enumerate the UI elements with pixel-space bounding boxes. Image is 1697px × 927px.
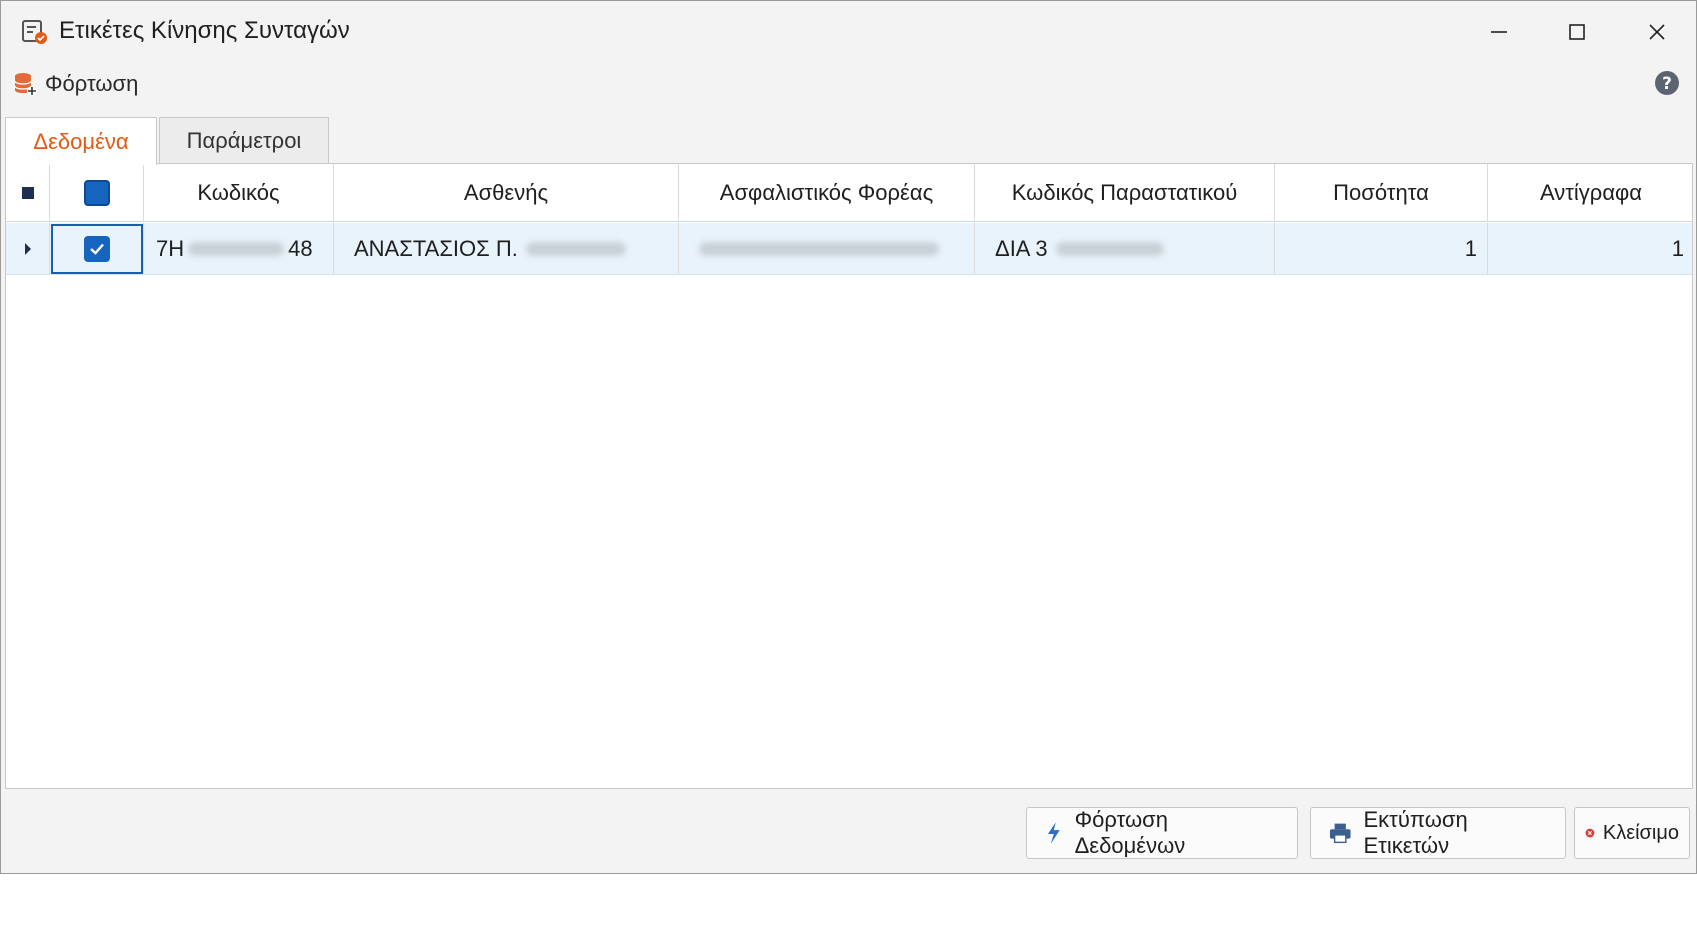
redacted-blur bbox=[1055, 242, 1164, 256]
load-data-button[interactable]: Φόρτωση Δεδομένων bbox=[1026, 807, 1298, 859]
column-header-patient[interactable]: Ασθενής bbox=[334, 164, 679, 222]
current-row-arrow-icon bbox=[24, 243, 31, 255]
maximize-button[interactable] bbox=[1549, 11, 1605, 53]
minimize-button[interactable] bbox=[1471, 11, 1527, 53]
select-all-checkbox[interactable] bbox=[83, 180, 110, 206]
code-start: 7H bbox=[156, 236, 185, 261]
cell-copies[interactable]: 1 bbox=[1488, 223, 1694, 275]
redacted-blur bbox=[525, 242, 626, 256]
table-row[interactable]: 7H 48 ΑΝΑΣΤΑΣΙΟΣ Π. ΔΙΑ 3 1 1 bbox=[6, 223, 1692, 275]
database-icon bbox=[14, 73, 37, 96]
row-indicator-header[interactable] bbox=[6, 164, 50, 222]
close-window-button[interactable] bbox=[1629, 11, 1685, 53]
cell-insurer[interactable] bbox=[679, 223, 975, 275]
document-code: ΔΙΑ 3 bbox=[995, 236, 1048, 261]
redacted-blur bbox=[699, 242, 939, 256]
print-labels-label: Εκτύπωση Ετικετών bbox=[1363, 807, 1468, 858]
svg-text:?: ? bbox=[1662, 74, 1672, 94]
load-data-label: Φόρτωση Δεδομένων bbox=[1074, 807, 1186, 858]
cell-code[interactable]: 7H 48 bbox=[144, 223, 334, 275]
close-circle-icon bbox=[1585, 828, 1595, 838]
menu-strip: Φόρτωση ? bbox=[1, 65, 1696, 103]
column-header-document-code[interactable]: Κωδικός Παραστατικού bbox=[975, 164, 1275, 222]
cell-patient[interactable]: ΑΝΑΣΤΑΣΙΟΣ Π. bbox=[334, 223, 679, 275]
app-icon bbox=[22, 20, 47, 44]
menu-load-button[interactable]: Φόρτωση bbox=[13, 69, 138, 99]
window-title: Ετικέτες Κίνησης Συνταγών bbox=[59, 17, 350, 44]
data-grid: Κωδικός Ασθενής Ασφαλιστικός Φορέας Κωδι… bbox=[5, 163, 1693, 789]
redacted-blur bbox=[188, 242, 285, 256]
grid-header: Κωδικός Ασθενής Ασφαλιστικός Φορέας Κωδι… bbox=[6, 164, 1692, 222]
print-labels-button[interactable]: Εκτύπωση Ετικετών bbox=[1310, 807, 1566, 859]
minimize-icon bbox=[1491, 31, 1507, 33]
select-all-marker-icon bbox=[21, 187, 34, 199]
select-all-checkbox-cell[interactable] bbox=[50, 164, 144, 222]
menu-load-label: Φόρτωση bbox=[45, 71, 139, 96]
row-indicator bbox=[6, 223, 50, 275]
main-window: Ετικέτες Κίνησης Συνταγών Φόρτωση ? Δεδο… bbox=[0, 0, 1697, 874]
title-bar: Ετικέτες Κίνησης Συνταγών bbox=[1, 1, 1696, 63]
cell-focus-outline bbox=[51, 224, 143, 274]
tab-data[interactable]: Δεδομένα bbox=[5, 117, 157, 165]
patient-name: ΑΝΑΣΤΑΣΙΟΣ Π. bbox=[354, 236, 518, 261]
tab-parameters[interactable]: Παράμετροι bbox=[159, 117, 329, 163]
printer-icon bbox=[1329, 823, 1351, 844]
close-label: Κλείσιμο bbox=[1602, 821, 1679, 844]
maximize-icon bbox=[1569, 24, 1585, 40]
cell-quantity[interactable]: 1 bbox=[1275, 223, 1488, 275]
help-icon[interactable]: ? bbox=[1653, 69, 1681, 97]
column-header-copies[interactable]: Αντίγραφα bbox=[1488, 164, 1694, 222]
lightning-icon bbox=[1047, 822, 1060, 844]
column-header-insurer[interactable]: Ασφαλιστικός Φορέας bbox=[679, 164, 975, 222]
close-icon bbox=[1649, 24, 1665, 40]
close-button[interactable]: Κλείσιμο bbox=[1574, 807, 1690, 859]
column-header-code[interactable]: Κωδικός bbox=[144, 164, 334, 222]
code-end: 48 bbox=[288, 236, 313, 261]
cell-document-code[interactable]: ΔΙΑ 3 bbox=[975, 223, 1275, 275]
column-header-quantity[interactable]: Ποσότητα bbox=[1275, 164, 1488, 222]
